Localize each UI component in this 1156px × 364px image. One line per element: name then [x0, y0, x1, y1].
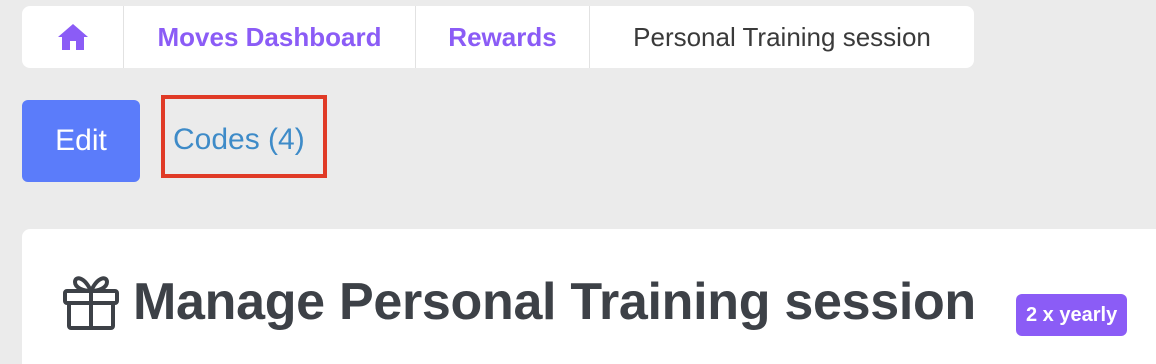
breadcrumb-moves-dashboard[interactable]: Moves Dashboard — [124, 6, 416, 68]
edit-button[interactable]: Edit — [22, 100, 140, 182]
breadcrumb: Moves Dashboard Rewards Personal Trainin… — [22, 6, 974, 68]
breadcrumb-current: Personal Training session — [633, 21, 931, 52]
home-icon[interactable] — [56, 22, 90, 52]
breadcrumb-rewards[interactable]: Rewards — [416, 6, 590, 68]
content-card: Manage Personal Training session 2 x yea… — [22, 229, 1156, 364]
breadcrumb-home[interactable] — [22, 6, 124, 68]
page-title-text: Manage Personal Training session — [133, 273, 976, 331]
codes-tab-link[interactable]: Codes (4) — [173, 118, 305, 162]
frequency-badge: 2 x yearly — [1016, 294, 1128, 336]
gift-icon — [60, 271, 122, 333]
page-title: Manage Personal Training session — [60, 271, 976, 333]
